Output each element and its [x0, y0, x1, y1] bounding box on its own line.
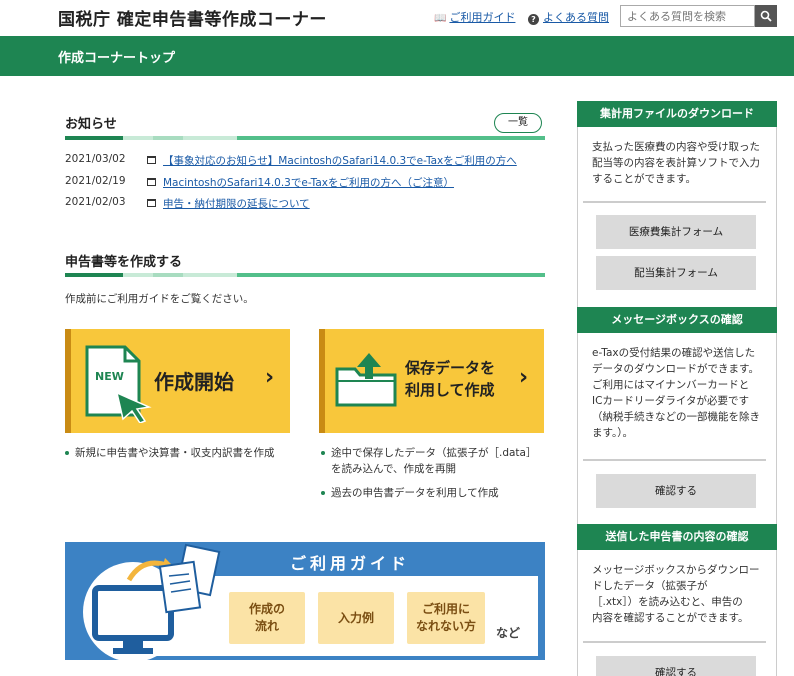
guide-banner-title: ご利用ガイド	[290, 554, 411, 573]
download-header: 集計用ファイルのダウンロード	[577, 101, 777, 127]
new-badge: NEW	[95, 370, 124, 383]
news-date: 2021/02/03	[65, 196, 126, 208]
sent-return-description: メッセージボックスからダウンロー ドしたデータ（拡張子が ［.xtx］）を読み込…	[592, 562, 768, 626]
book-icon: 📖	[434, 13, 447, 24]
guide-etc-label: など	[496, 626, 521, 640]
faq-link-label: よくある質問	[543, 11, 609, 24]
saved-data-label-line1: 保存データを	[405, 359, 496, 377]
nav-bar: 作成コーナートップ	[0, 36, 794, 76]
download-desc-line: 配当等の内容を表計算ソフトで入力	[592, 157, 760, 169]
bullet-dot	[321, 491, 325, 495]
chevron-right-icon: ›	[265, 365, 275, 390]
sent-desc-line: ドしたデータ（拡張子が	[592, 580, 708, 592]
messagebox-desc-line: （納税手続きなどの一部機能を除き	[592, 411, 760, 423]
guide-example-link[interactable]: 入力例	[318, 592, 394, 644]
document-icon	[147, 199, 156, 207]
news-link[interactable]: 【事象対応のお知らせ】MacintoshのSafari14.0.3でe-Taxを…	[163, 153, 517, 168]
guide-flow-link[interactable]: 作成の 流れ	[229, 592, 305, 644]
saved-data-label-line2: 利用して作成	[405, 381, 495, 399]
folder-upload-icon	[335, 353, 397, 407]
guide-beginner-line2: なれない方	[415, 619, 476, 633]
messagebox-desc-line: データのダウンロードができます。	[592, 363, 759, 375]
divider	[583, 201, 766, 203]
sent-desc-line: ［.xtx］）を読み込むと、申告の	[592, 596, 743, 608]
documents-icon	[158, 543, 221, 614]
news-list-button[interactable]: 一覧	[494, 113, 542, 133]
messagebox-desc-line: ICカードリーダライタが必要です	[592, 395, 750, 407]
search-input[interactable]	[620, 5, 755, 27]
guide-beginner-link[interactable]: ご利用に なれない方	[407, 592, 485, 644]
document-icon	[147, 156, 156, 164]
saved-bullet-text: を読み込んで、作成を再開	[331, 463, 457, 475]
guide-link-label: ご利用ガイド	[449, 11, 516, 24]
messagebox-confirm-button[interactable]: 確認する	[596, 474, 756, 508]
guide-beginner-line1: ご利用に	[421, 602, 470, 616]
news-link[interactable]: MacintoshのSafari14.0.3でe-Taxをご利用の方へ（ご注意）	[163, 175, 454, 190]
bullet-dot	[321, 451, 325, 455]
messagebox-description: e-Taxの受付結果の確認や送信した データのダウンロードができます。 ご利用に…	[592, 345, 768, 441]
news-divider	[65, 136, 545, 140]
guide-flow-line2: 流れ	[254, 619, 279, 633]
header: 国税庁 確定申告書等作成コーナー 📖 ご利用ガイド ? よくある質問	[0, 0, 794, 36]
list-item: 過去の申告書データを利用して作成	[321, 485, 499, 501]
start-bullet-text: 新規に申告書や決算書・収支内訳書を作成	[75, 447, 275, 459]
start-create-label: 作成開始	[154, 370, 234, 394]
question-icon: ?	[528, 14, 539, 25]
news-link[interactable]: 申告・納付期限の延長について	[163, 196, 310, 211]
news-title: お知らせ	[65, 117, 117, 132]
breadcrumb[interactable]: 作成コーナートップ	[58, 47, 175, 66]
download-description: 支払った医療費の内容や受け取った 配当等の内容を表計算ソフトで入力 することがで…	[592, 139, 768, 187]
download-desc-line: することができます。	[592, 173, 696, 185]
messagebox-header: メッセージボックスの確認	[577, 307, 777, 333]
faq-link[interactable]: ? よくある質問	[528, 9, 609, 25]
list-item: 新規に申告書や決算書・収支内訳書を作成	[65, 445, 275, 461]
sent-desc-line: 内容を確認することができます。	[592, 612, 749, 624]
medical-form-button[interactable]: 医療費集計フォーム	[596, 215, 756, 249]
start-create-button[interactable]: NEW 作成開始 ›	[65, 329, 290, 433]
saved-bullet-text: 途中で保存したデータ（拡張子が［.data］	[331, 447, 537, 459]
create-note: 作成前にご利用ガイドをご覧ください。	[65, 293, 254, 305]
guide-banner[interactable]: ご利用ガイド 作成の流れ 入力例 ご利用になれない方	[65, 542, 545, 660]
list-item: 途中で保存したデータ（拡張子が［.data］ を読み込んで、作成を再開	[321, 445, 537, 477]
divider	[583, 641, 766, 643]
divider	[583, 459, 766, 461]
sent-confirm-button[interactable]: 確認する	[596, 656, 756, 676]
dividend-form-button[interactable]: 配当集計フォーム	[596, 256, 756, 290]
create-title: 申告書等を作成する	[65, 255, 183, 270]
site-title[interactable]: 国税庁 確定申告書等作成コーナー	[58, 5, 327, 30]
document-icon	[147, 178, 156, 186]
guide-link[interactable]: 📖 ご利用ガイド	[434, 9, 515, 25]
new-document-icon	[85, 345, 152, 423]
messagebox-desc-line: ご利用にはマイナンバーカードと	[592, 379, 750, 391]
saved-bullet-text: 過去の申告書データを利用して作成	[331, 487, 499, 499]
sent-return-header: 送信した申告書の内容の確認	[577, 524, 777, 550]
download-desc-line: 支払った医療費の内容や受け取った	[592, 141, 760, 153]
search-button[interactable]	[755, 5, 777, 27]
news-date: 2021/03/02	[65, 153, 126, 165]
guide-flow-line1: 作成の	[248, 602, 285, 616]
bullet-dot	[65, 451, 69, 455]
chevron-right-icon: ›	[519, 365, 529, 390]
messagebox-desc-line: e-Taxの受付結果の確認や送信した	[592, 347, 756, 359]
news-date: 2021/02/19	[65, 175, 126, 187]
sent-desc-line: メッセージボックスからダウンロー	[592, 564, 760, 576]
messagebox-desc-line: ます。）。	[592, 427, 633, 439]
create-divider	[65, 273, 545, 277]
search-icon	[760, 10, 772, 22]
saved-data-create-button[interactable]: 保存データを 利用して作成 ›	[319, 329, 544, 433]
